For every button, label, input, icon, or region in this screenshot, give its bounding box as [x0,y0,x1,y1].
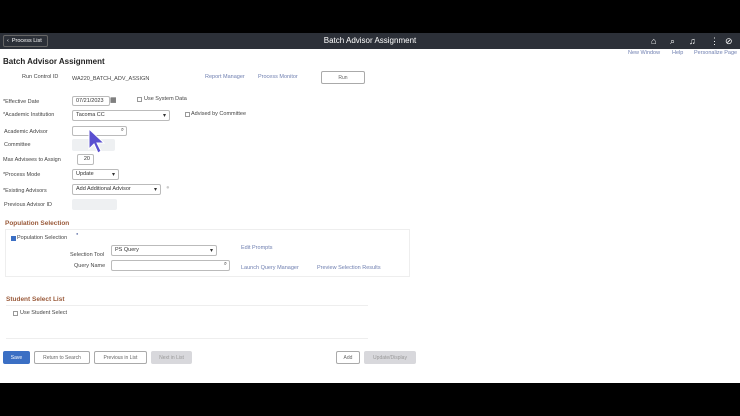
use-student-select-checkbox[interactable] [13,311,18,316]
add-button[interactable]: Add [336,351,360,364]
max-advisees-input[interactable]: 20 [77,154,94,165]
committee-label: Committee [4,142,31,148]
population-selection-label: Population Selection [17,235,68,241]
page-header-title: Batch Advisor Assignment [323,36,417,45]
query-name-input[interactable]: ⌕ [111,260,230,271]
population-section-title: Population Selection [5,220,70,227]
info-icon[interactable]: ● [76,231,78,236]
population-selection-checkbox[interactable] [11,236,16,241]
process-mode-label: *Process Mode [3,172,41,178]
update-display-button[interactable]: Update/Display [364,351,416,364]
launch-query-manager-link[interactable]: Launch Query Manager [241,265,299,271]
search-icon[interactable]: ⌕ [224,261,227,268]
compass-icon[interactable]: ⊘ [725,36,733,46]
search-icon[interactable]: ⌕ [121,127,124,134]
return-to-search-button[interactable]: Return to Search [34,351,90,364]
use-system-date-label: Use System Data [144,96,187,102]
preview-selection-results-link[interactable]: Preview Selection Results [317,265,381,271]
selection-tool-select[interactable]: PS Query [111,245,217,256]
selection-tool-label: Selection Tool [70,252,105,258]
max-advisees-label: Max Advisees to Assign [3,157,61,163]
use-system-date-checkbox[interactable] [137,97,142,102]
page-title: Batch Advisor Assignment [3,57,105,66]
divider [6,305,368,306]
previous-advisor-label: Previous Advisor ID [4,202,52,208]
previous-advisor-field [72,199,117,210]
save-button[interactable]: Save [3,351,30,364]
edit-prompts-link[interactable]: Edit Prompts [241,245,272,251]
info-icon[interactable]: ● [166,185,170,191]
divider [6,338,368,339]
run-control-label: Run Control ID [22,74,59,80]
calendar-icon[interactable]: ▦ [110,96,117,104]
help-link[interactable]: Help [672,50,683,56]
more-icon[interactable]: ⋮ [710,36,719,46]
existing-advisors-label: *Existing Advisors [3,188,47,194]
run-control-value: WA220_BATCH_ADV_ASSIGN [72,76,150,82]
previous-in-list-button[interactable]: Previous in List [94,351,147,364]
bell-icon[interactable]: ♫ [689,36,696,46]
report-manager-link[interactable]: Report Manager [205,74,245,80]
effective-date-label: *Effective Date [3,99,40,105]
personalize-page-link[interactable]: Personalize Page [694,50,737,56]
use-student-select-label: Use Student Select [20,310,68,316]
effective-date-input[interactable]: 07/21/2023 [72,96,110,106]
new-window-link[interactable]: New Window [628,50,660,56]
run-button[interactable]: Run [321,71,365,84]
advisor-label: Academic Advisor [4,129,48,135]
home-icon[interactable]: ⌂ [651,36,656,46]
next-in-list-button[interactable]: Next in List [151,351,192,364]
institution-label: *Academic Institution [3,112,55,118]
mouse-cursor-icon [88,128,106,154]
process-mode-select[interactable]: Update [72,169,119,180]
advised-by-committee-label: Advised by Committee [191,111,247,117]
content-area: New Window Help Personalize Page Batch A… [0,49,740,383]
query-name-label: Query Name [74,263,106,269]
header-bar: ‹ Process List Batch Advisor Assignment ⌂… [0,33,740,49]
existing-advisors-select[interactable]: Add Additional Advisor [72,184,161,195]
search-icon[interactable]: ⌕ [670,36,675,46]
student-select-section-title: Student Select List [6,296,65,303]
advised-by-committee-checkbox[interactable] [185,112,190,117]
process-monitor-link[interactable]: Process Monitor [258,74,298,80]
institution-select[interactable]: Tacoma CC [72,110,170,121]
